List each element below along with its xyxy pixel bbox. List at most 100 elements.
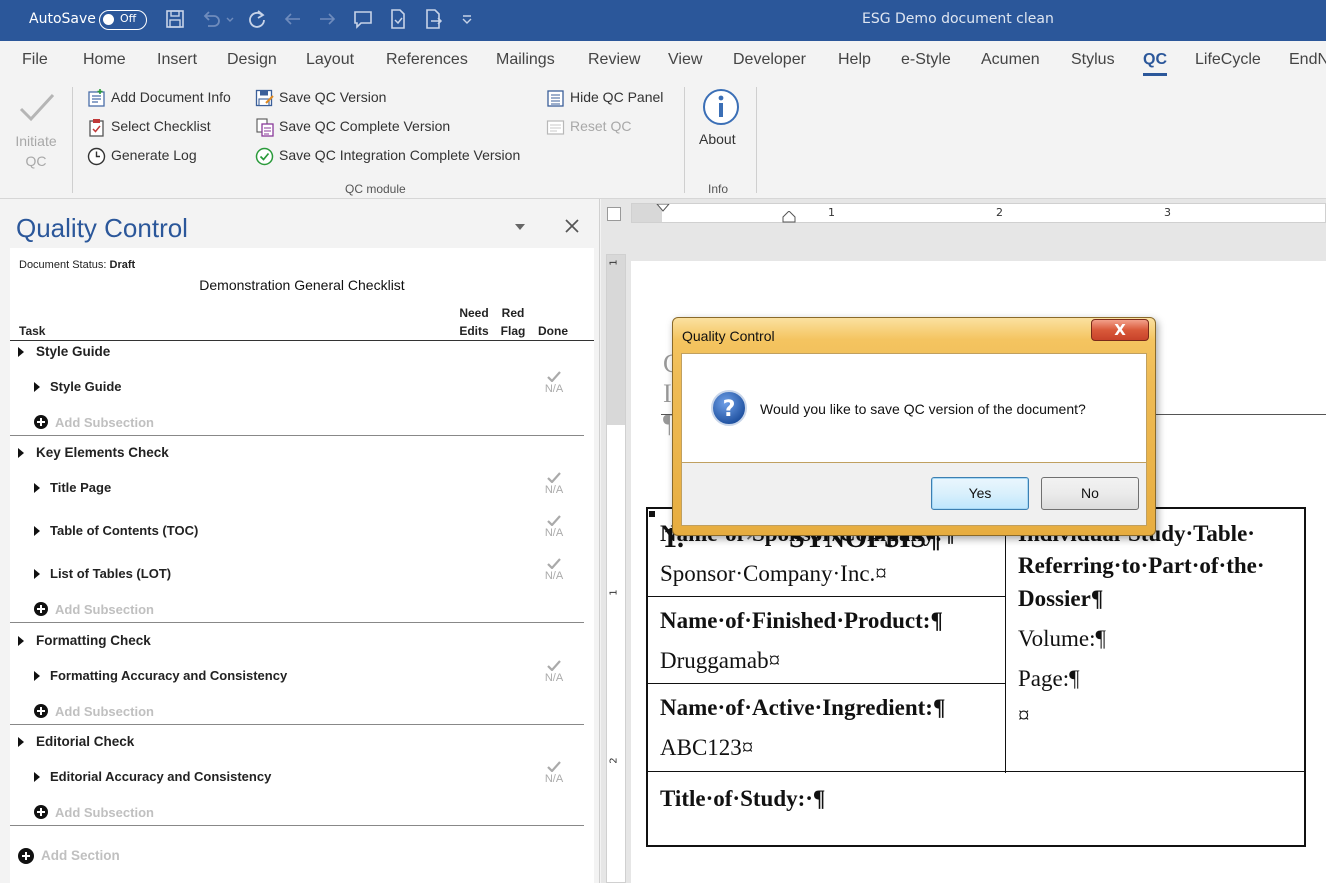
back-arrow-icon[interactable] — [282, 8, 304, 30]
checkmark-icon — [547, 515, 561, 526]
na-label: N/A — [544, 484, 564, 496]
save-qc-integration-complete-version-label: Save QC Integration Complete Version — [279, 147, 521, 163]
tab-layout[interactable]: Layout — [306, 51, 354, 69]
no-button[interactable]: No — [1041, 477, 1139, 510]
yes-button[interactable]: Yes — [931, 477, 1029, 510]
vertical-ruler[interactable]: 1 1 2 — [606, 254, 626, 883]
about-button[interactable]: About — [699, 131, 736, 147]
undo-dropdown-icon[interactable] — [224, 8, 236, 30]
tab-qc[interactable]: QC — [1143, 51, 1167, 69]
tab-lifecycle[interactable]: LifeCycle — [1195, 51, 1261, 69]
tab-insert[interactable]: Insert — [157, 51, 197, 69]
section-divider — [10, 825, 584, 826]
expand-triangle-icon[interactable] — [18, 347, 24, 357]
subsection-row[interactable]: Formatting Accuracy and Consistency — [10, 666, 594, 686]
close-icon[interactable] — [565, 219, 579, 233]
expand-triangle-icon[interactable] — [34, 382, 40, 392]
qc-module-group-label: QC module — [345, 182, 406, 196]
subsection-row[interactable]: Style Guide — [10, 377, 594, 397]
done-na-cell[interactable]: N/A — [543, 371, 565, 395]
tab-developer[interactable]: Developer — [733, 51, 806, 69]
expand-triangle-icon[interactable] — [18, 448, 24, 458]
expand-triangle-icon[interactable] — [34, 671, 40, 681]
document-area: 1 2 3 1 1 2 C I ¶ 1. → SYNOPSIS¶ — [601, 199, 1326, 883]
tab-stylus[interactable]: Stylus — [1071, 51, 1115, 69]
save-icon[interactable] — [164, 8, 186, 30]
tab-view[interactable]: View — [668, 51, 702, 69]
expand-triangle-icon[interactable] — [34, 526, 40, 536]
ruler-number: 2 — [608, 757, 620, 764]
quality-control-panel: Quality Control Document Status: Draft D… — [0, 199, 600, 883]
checklist-title: Demonstration General Checklist — [199, 277, 405, 293]
col-red-flag-line2: Flag — [500, 324, 526, 338]
status-badge: Draft — [109, 259, 136, 271]
expand-triangle-icon[interactable] — [34, 569, 40, 579]
tab-home[interactable]: Home — [83, 51, 126, 69]
subsection-label: Formatting Accuracy and Consistency — [50, 668, 288, 683]
dialog-close-button[interactable]: X — [1091, 319, 1149, 341]
done-na-cell[interactable]: N/A — [543, 761, 565, 785]
customize-toolbar-icon[interactable] — [460, 8, 474, 30]
add-subsection-label: Add Subsection — [55, 805, 154, 820]
add-section-label: Add Section — [41, 848, 120, 863]
forward-arrow-icon[interactable] — [316, 8, 338, 30]
select-checklist-label: Select Checklist — [111, 118, 211, 134]
section-row[interactable]: Formatting Check — [10, 631, 594, 651]
info-icon[interactable] — [702, 88, 740, 126]
subsection-label: Style Guide — [50, 379, 122, 394]
section-row[interactable]: Key Elements Check — [10, 443, 594, 463]
col-red-flag-line1: Red — [501, 306, 525, 320]
plus-circle-icon — [34, 415, 48, 429]
autosave-toggle[interactable]: Off — [99, 10, 147, 30]
subsection-row[interactable]: Title Page — [10, 478, 594, 498]
done-na-cell[interactable]: N/A — [543, 558, 565, 582]
tab-mailings[interactable]: Mailings — [496, 51, 555, 69]
tab-help[interactable]: Help — [838, 51, 871, 69]
autosave-state: Off — [120, 12, 137, 25]
tab-references[interactable]: References — [386, 51, 468, 69]
clock-icon — [87, 147, 106, 166]
done-na-cell[interactable]: N/A — [543, 472, 565, 496]
checkmark-icon — [547, 472, 561, 483]
tab-e-style[interactable]: e-Style — [901, 51, 951, 69]
section-row[interactable]: Style Guide — [10, 342, 594, 362]
plus-circle-icon — [34, 704, 48, 718]
first-line-indent-marker[interactable] — [656, 204, 670, 212]
section-row[interactable]: Editorial Check — [10, 732, 594, 752]
chevron-down-icon[interactable] — [514, 223, 526, 231]
document-refresh-icon[interactable] — [387, 8, 409, 30]
document-export-icon[interactable] — [422, 8, 444, 30]
ribbon-separator — [72, 87, 73, 193]
na-label: N/A — [544, 672, 564, 684]
expand-triangle-icon[interactable] — [34, 772, 40, 782]
comment-icon[interactable] — [352, 8, 374, 30]
expand-triangle-icon[interactable] — [18, 636, 24, 646]
add-subsection-label: Add Subsection — [55, 415, 154, 430]
table-border — [648, 683, 1005, 684]
tab-file[interactable]: File — [22, 51, 48, 69]
tab-acumen[interactable]: Acumen — [981, 51, 1040, 69]
subsection-row[interactable]: Editorial Accuracy and Consistency — [10, 767, 594, 787]
product-label: Name·of·Finished·Product:¶ — [660, 608, 943, 633]
undo-icon[interactable] — [200, 8, 222, 30]
done-na-cell[interactable]: N/A — [543, 660, 565, 684]
tab-endnote[interactable]: EndN — [1289, 51, 1326, 69]
redo-icon[interactable] — [246, 8, 268, 30]
expand-triangle-icon[interactable] — [34, 483, 40, 493]
subsection-row[interactable]: Table of Contents (TOC) — [10, 521, 594, 541]
hanging-indent-marker[interactable] — [782, 211, 796, 223]
tab-design[interactable]: Design — [227, 51, 277, 69]
expand-triangle-icon[interactable] — [18, 737, 24, 747]
title-bar: AutoSave Off ESG Demo document clean — [0, 0, 1326, 41]
tab-review[interactable]: Review — [588, 51, 640, 69]
generate-log-label: Generate Log — [111, 147, 197, 163]
initiate-qc-button[interactable]: Initiate QC — [8, 131, 64, 171]
tab-selector[interactable] — [607, 207, 621, 221]
col-need-edits-header: Need Edits — [454, 304, 494, 340]
horizontal-ruler[interactable]: 1 2 3 — [631, 203, 1326, 223]
dossier-line: Dossier¶ — [1018, 586, 1104, 611]
checkmark-icon — [547, 660, 561, 671]
subsection-row[interactable]: List of Tables (LOT) — [10, 564, 594, 584]
done-na-cell[interactable]: N/A — [543, 515, 565, 539]
check-circle-icon — [255, 147, 274, 166]
